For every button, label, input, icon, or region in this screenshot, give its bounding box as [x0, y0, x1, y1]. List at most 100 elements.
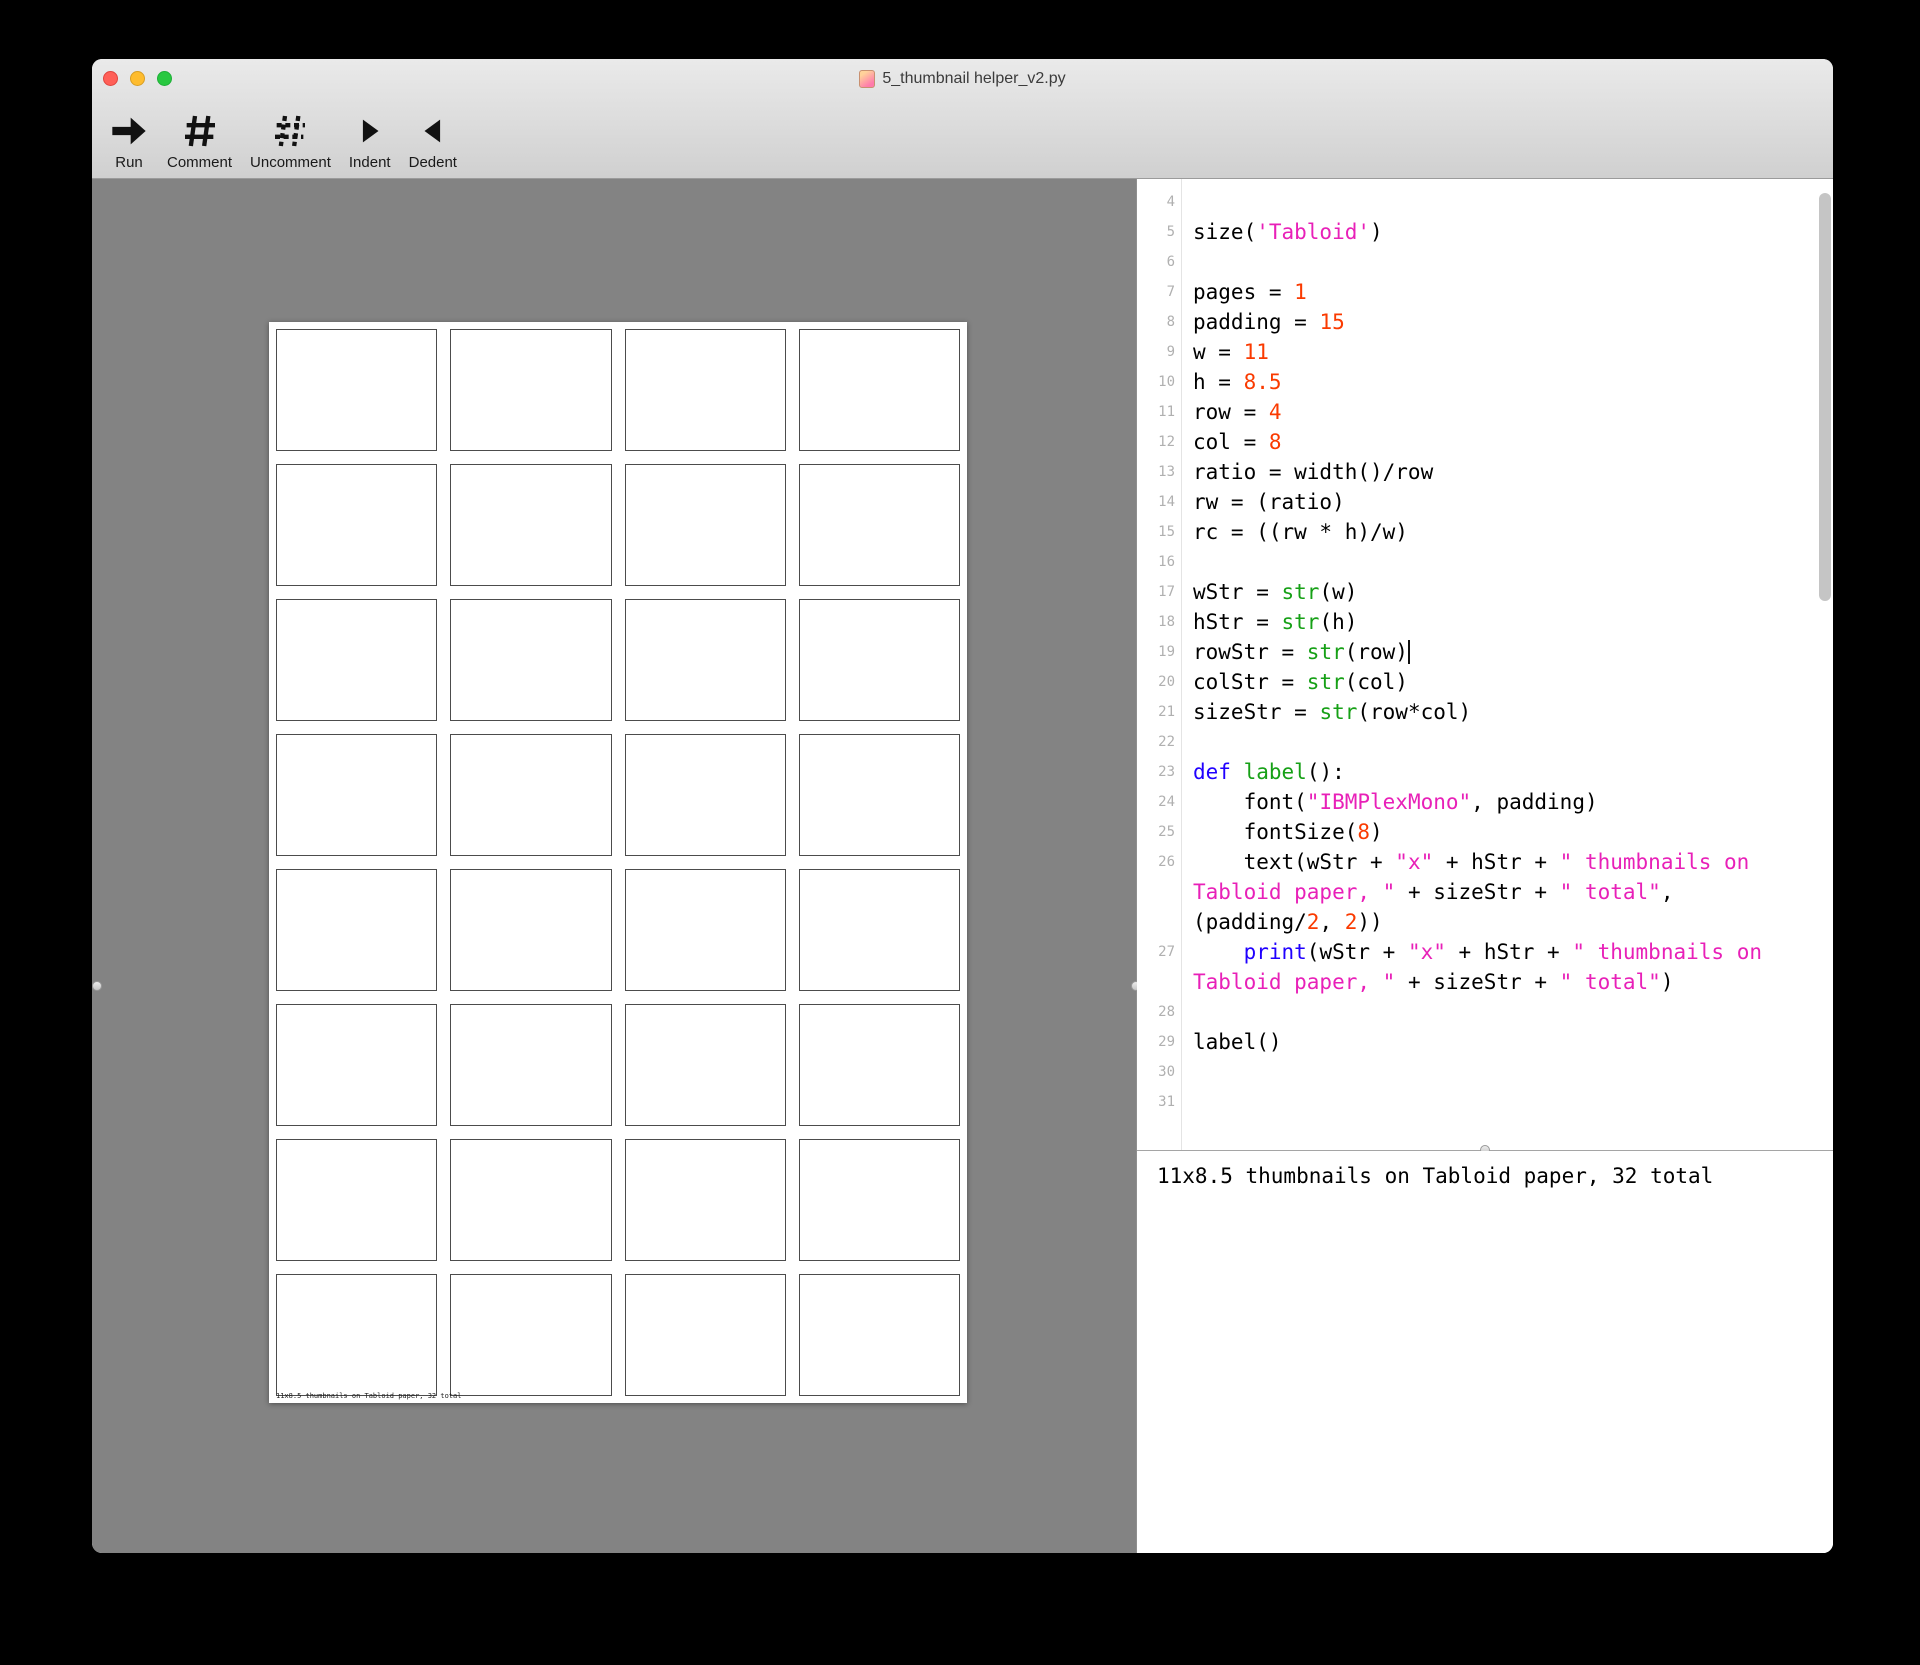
- code-line[interactable]: 27 print(wStr + "x" + hStr + " thumbnail…: [1137, 937, 1833, 997]
- comment-button[interactable]: Comment: [158, 105, 241, 178]
- code-line[interactable]: 29label(): [1137, 1027, 1833, 1057]
- line-number: 23: [1137, 757, 1181, 787]
- dedent-button[interactable]: Dedent: [400, 105, 466, 178]
- code-line-text: rowStr = str(row): [1193, 637, 1805, 667]
- thumbnail-cell: [625, 1274, 786, 1396]
- code-line[interactable]: 12 col = 8: [1137, 427, 1833, 457]
- code-line[interactable]: 21 sizeStr = str(row*col): [1137, 697, 1833, 727]
- code-editor[interactable]: 45size('Tabloid')67 pages = 1 8 padding = 1…: [1137, 179, 1833, 1150]
- right-column: 45size('Tabloid')67 pages = 1 8 padding = 1…: [1137, 179, 1833, 1553]
- code-line-text: [1193, 187, 1805, 217]
- code-line-text: hStr = str(h): [1193, 607, 1805, 637]
- output-console[interactable]: 11x8.5 thumbnails on Tabloid paper, 32 t…: [1137, 1151, 1833, 1553]
- code-line-text: colStr = str(col): [1193, 667, 1805, 697]
- code-line[interactable]: 20 colStr = str(col): [1137, 667, 1833, 697]
- line-number: 8: [1137, 307, 1181, 337]
- code-line[interactable]: 22: [1137, 727, 1833, 757]
- line-number: 12: [1137, 427, 1181, 457]
- code-line-text: col = 8: [1193, 427, 1805, 457]
- code-line-text: pages = 1: [1193, 277, 1805, 307]
- thumbnail-cell: [625, 734, 786, 856]
- thumbnail-cell: [276, 1139, 437, 1261]
- hash-icon: [180, 109, 220, 153]
- code-line[interactable]: 10h = 8.5: [1137, 367, 1833, 397]
- line-number: 19: [1137, 637, 1181, 667]
- indent-button[interactable]: Indent: [340, 105, 400, 178]
- code-line[interactable]: 31: [1137, 1087, 1833, 1117]
- indent-label: Indent: [349, 154, 391, 171]
- code-line[interactable]: 19 rowStr = str(row): [1137, 637, 1833, 667]
- line-number: 17: [1137, 577, 1181, 607]
- line-number: 5: [1137, 217, 1181, 247]
- thumbnail-cell: [276, 1274, 437, 1396]
- left-edge-splitter-handle[interactable]: [92, 981, 102, 991]
- editor-scrollbar-thumb[interactable]: [1819, 193, 1831, 601]
- toolbar: Run Comment Uncomment: [92, 99, 1833, 178]
- code-line[interactable]: 23 def label():: [1137, 757, 1833, 787]
- code-line[interactable]: 16: [1137, 547, 1833, 577]
- window-title: 5_thumbnail helper_v2.py: [882, 70, 1065, 88]
- code-line[interactable]: 26 text(wStr + "x" + hStr + " thumbnails…: [1137, 847, 1833, 937]
- line-number: 26: [1137, 847, 1181, 937]
- thumbnail-cell: [625, 464, 786, 586]
- triangle-left-icon: [416, 109, 450, 153]
- triangle-right-icon: [353, 109, 387, 153]
- run-button[interactable]: Run: [100, 105, 158, 178]
- code-line-text: [1193, 727, 1805, 757]
- code-line-text: ratio = width()/row: [1193, 457, 1805, 487]
- thumbnail-cell: [450, 599, 611, 721]
- line-number: 16: [1137, 547, 1181, 577]
- thumbnail-cell: [625, 869, 786, 991]
- code-line-text: fontSize(8): [1193, 817, 1805, 847]
- code-line-text: font("IBMPlexMono", padding): [1193, 787, 1805, 817]
- code-line[interactable]: 6: [1137, 247, 1833, 277]
- line-number: 22: [1137, 727, 1181, 757]
- thumbnail-cell: [799, 734, 960, 856]
- thumbnail-cell: [450, 464, 611, 586]
- code-line[interactable]: 14rw = (ratio): [1137, 487, 1833, 517]
- code-line[interactable]: 28: [1137, 997, 1833, 1027]
- thumbnail-grid: [269, 322, 967, 1403]
- thumbnail-cell: [625, 329, 786, 451]
- main-content: 11x8.5 thumbnails on Tabloid paper, 32 t…: [92, 179, 1833, 1553]
- line-number: 7: [1137, 277, 1181, 307]
- code-line[interactable]: 25 fontSize(8): [1137, 817, 1833, 847]
- code-line[interactable]: 8 padding = 15: [1137, 307, 1833, 337]
- code-lines: 45size('Tabloid')67 pages = 1 8 padding = 1…: [1137, 187, 1833, 1117]
- thumbnail-cell: [450, 869, 611, 991]
- code-line[interactable]: 9w = 11: [1137, 337, 1833, 367]
- run-arrow-icon: [109, 109, 149, 153]
- code-line-text: wStr = str(w): [1193, 577, 1805, 607]
- thumbnail-cell: [450, 1139, 611, 1261]
- thumbnail-cell: [276, 869, 437, 991]
- line-number: 6: [1137, 247, 1181, 277]
- thumbnail-cell: [276, 329, 437, 451]
- thumbnail-cell: [799, 869, 960, 991]
- code-line-text: print(wStr + "x" + hStr + " thumbnails o…: [1193, 937, 1805, 997]
- code-line[interactable]: 24 font("IBMPlexMono", padding): [1137, 787, 1833, 817]
- code-line[interactable]: 15rc = ((rw * h)/w): [1137, 517, 1833, 547]
- code-line-text: h = 8.5: [1193, 367, 1805, 397]
- code-line[interactable]: 4: [1137, 187, 1833, 217]
- output-text: 11x8.5 thumbnails on Tabloid paper, 32 t…: [1157, 1164, 1713, 1188]
- code-line-text: sizeStr = str(row*col): [1193, 697, 1805, 727]
- code-line[interactable]: 18hStr = str(h): [1137, 607, 1833, 637]
- code-line[interactable]: 30: [1137, 1057, 1833, 1087]
- line-number: 21: [1137, 697, 1181, 727]
- dedent-label: Dedent: [409, 154, 457, 171]
- code-line[interactable]: 17 wStr = str(w): [1137, 577, 1833, 607]
- line-number: 29: [1137, 1027, 1181, 1057]
- thumbnail-cell: [799, 1004, 960, 1126]
- code-line[interactable]: 7 pages = 1: [1137, 277, 1833, 307]
- line-number: 20: [1137, 667, 1181, 697]
- code-line-text: def label():: [1193, 757, 1805, 787]
- uncomment-button[interactable]: Uncomment: [241, 105, 340, 178]
- code-line[interactable]: 11row = 4: [1137, 397, 1833, 427]
- code-line-text: padding = 15: [1193, 307, 1805, 337]
- canvas-pane: 11x8.5 thumbnails on Tabloid paper, 32 t…: [92, 179, 1136, 1553]
- line-number: 25: [1137, 817, 1181, 847]
- code-line[interactable]: 5size('Tabloid'): [1137, 217, 1833, 247]
- line-number: 30: [1137, 1057, 1181, 1087]
- code-line[interactable]: 13ratio = width()/row: [1137, 457, 1833, 487]
- titlebar[interactable]: 5_thumbnail helper_v2.py: [92, 59, 1833, 99]
